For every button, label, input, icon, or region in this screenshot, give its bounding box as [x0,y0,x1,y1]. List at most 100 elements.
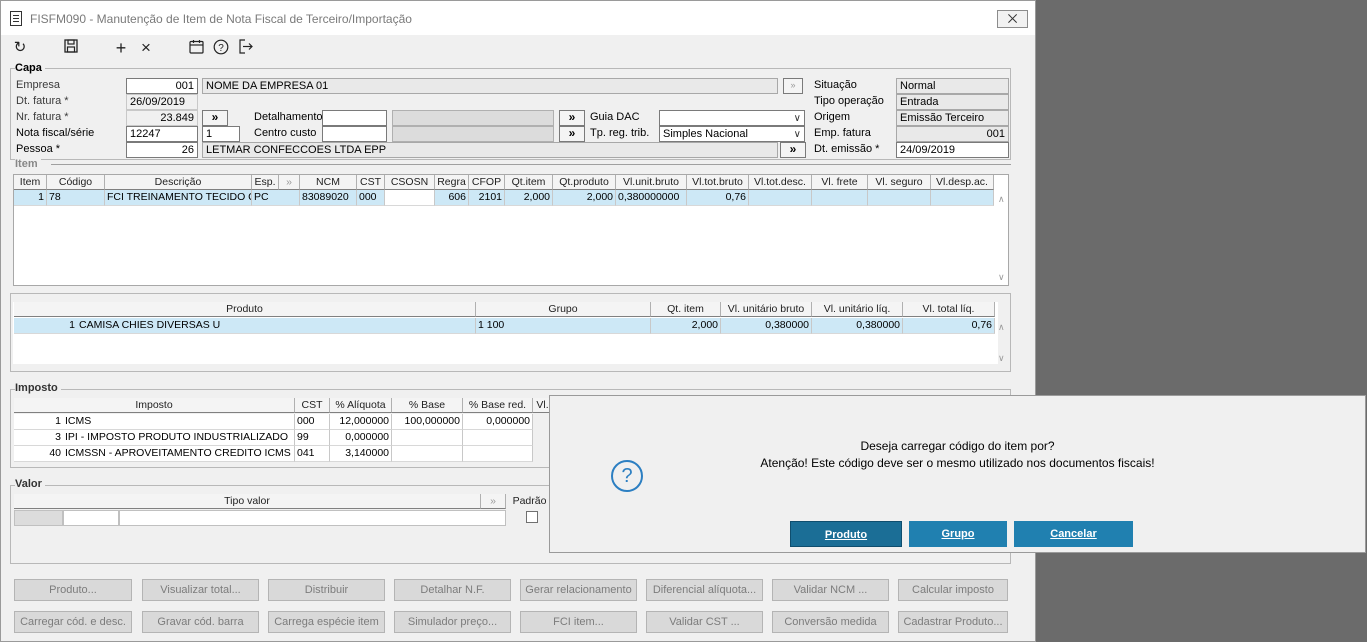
item-col-header[interactable]: Código [47,175,105,190]
imposto-cell[interactable]: 0,000000 [330,430,392,446]
item-col-header[interactable]: Vl. frete [812,175,868,190]
tp-reg-trib-select[interactable]: Simples Nacional ∨ [659,126,805,142]
calcular-imposto-button[interactable]: Calcular imposto [898,579,1008,601]
item-cell[interactable] [385,190,435,206]
simulador-preco-button[interactable]: Simulador preço... [394,611,511,633]
help-icon[interactable]: ? [211,39,231,57]
empresa-lookup-button[interactable]: » [783,78,803,94]
centro-custo-field[interactable] [322,126,387,142]
item-cell[interactable]: FCI TREINAMENTO TECIDO CC [105,190,252,206]
item-col-header[interactable]: Qt.produto [553,175,616,190]
produto-cell[interactable]: 1 100 [476,318,651,334]
delete-icon[interactable]: × [136,39,156,57]
imposto-cell[interactable]: 0,000000 [463,414,533,430]
cancelar-dialog-button[interactable]: Cancelar [1014,521,1133,547]
item-cell[interactable]: 78 [47,190,105,206]
imposto-cell[interactable]: 041 [295,446,330,462]
item-cell[interactable] [868,190,931,206]
save-icon[interactable] [61,39,81,57]
fci-item-button[interactable]: FCI item... [520,611,637,633]
grupo-dialog-button[interactable]: Grupo [909,521,1007,547]
pessoa-code-field[interactable]: 26 [126,142,198,158]
produto-cell[interactable]: 0,380000 [721,318,812,334]
imposto-col-header[interactable]: Imposto [14,398,295,413]
imposto-col-header[interactable]: CST [295,398,330,413]
produto-button[interactable]: Produto... [14,579,132,601]
detalhamento-expand-button[interactable]: » [559,110,585,126]
pessoa-expand-button[interactable]: » [780,142,806,158]
scroll-up-icon[interactable]: ∧ [998,322,1005,333]
item-cell[interactable]: 2,000 [505,190,553,206]
item-col-header[interactable]: NCM [300,175,357,190]
item-cell[interactable]: 000 [357,190,385,206]
valor-col-header-filter[interactable]: » [481,494,506,509]
guia-dac-select[interactable]: ∨ [659,110,805,126]
calendar-icon[interactable] [186,39,206,57]
item-col-header[interactable]: Regra [435,175,469,190]
item-col-header[interactable]: Vl. seguro [868,175,931,190]
imposto-cell[interactable]: 40 [14,446,63,462]
item-col-header[interactable]: Vl.desp.ac. [931,175,994,190]
imposto-col-header[interactable]: % Base [392,398,463,413]
imposto-cell[interactable] [392,430,463,446]
valor-cell[interactable] [14,510,63,526]
item-col-header[interactable]: CSOSN [385,175,435,190]
item-cell[interactable]: 606 [435,190,469,206]
carregar-cod-desc-button[interactable]: Carregar cód. e desc. [14,611,132,633]
cadastrar-produto-button[interactable]: Cadastrar Produto... [898,611,1008,633]
valor-cell[interactable] [119,510,506,526]
item-col-header[interactable]: Esp. [252,175,279,190]
item-cell[interactable]: 2,000 [553,190,616,206]
produto-cell[interactable]: CAMISA CHIES DIVERSAS U [77,318,476,334]
item-cell[interactable]: 2101 [469,190,505,206]
scroll-down-icon[interactable]: ∨ [998,353,1005,364]
add-icon[interactable]: + [111,39,131,57]
imposto-cell[interactable]: IPI - IMPOSTO PRODUTO INDUSTRIALIZADO [63,430,295,446]
carrega-especie-item-button[interactable]: Carrega espécie item [268,611,385,633]
item-col-header[interactable]: CFOP [469,175,505,190]
produto-col-header[interactable]: Vl. unitário líq. [812,302,903,317]
item-cell[interactable]: 0,76 [687,190,749,206]
diferencial-aliquota-button[interactable]: Diferencial alíquota... [646,579,763,601]
produto-col-header[interactable]: Grupo [476,302,651,317]
conversao-medida-button[interactable]: Conversão medida [772,611,889,633]
validar-ncm-button[interactable]: Validar NCM ... [772,579,889,601]
valor-col-header[interactable]: Padrão [506,494,553,509]
item-col-header[interactable]: Item [14,175,47,190]
produto-col-header[interactable]: Produto [14,302,476,317]
imposto-cell[interactable] [392,446,463,462]
item-col-header[interactable]: Vl.tot.bruto [687,175,749,190]
produto-dialog-button[interactable]: Produto [790,521,902,547]
item-col-header[interactable]: CST [357,175,385,190]
refresh-icon[interactable]: ↻ [10,39,30,57]
imposto-cell[interactable]: 3 [14,430,63,446]
produto-cell[interactable]: 1 [14,318,77,334]
item-col-header[interactable]: Vl.tot.desc. [749,175,812,190]
item-cell[interactable] [749,190,812,206]
exit-icon[interactable] [236,39,256,57]
imposto-cell[interactable]: 100,000000 [392,414,463,430]
imposto-cell[interactable] [463,430,533,446]
item-cell[interactable]: PC [252,190,300,206]
item-cell[interactable] [931,190,994,206]
validar-cst-button[interactable]: Validar CST ... [646,611,763,633]
imposto-cell[interactable] [463,446,533,462]
item-col-header-filter[interactable]: » [279,175,300,190]
item-cell[interactable]: 83089020 [300,190,357,206]
item-cell[interactable]: 0,380000000 [616,190,687,206]
imposto-col-header[interactable]: % Alíquota [330,398,392,413]
produto-col-header[interactable]: Qt. item [651,302,721,317]
item-col-header[interactable]: Descrição [105,175,252,190]
distribuir-button[interactable]: Distribuir [268,579,385,601]
imposto-cell[interactable]: ICMSSN - APROVEITAMENTO CREDITO ICMS SI [63,446,295,462]
imposto-cell[interactable]: 000 [295,414,330,430]
scroll-up-icon[interactable]: ∧ [998,194,1005,205]
imposto-cell[interactable]: 99 [295,430,330,446]
produto-col-header[interactable]: Vl. unitário bruto [721,302,812,317]
produto-cell[interactable]: 0,76 [903,318,995,334]
nota-numero-field[interactable]: 12247 [126,126,198,142]
imposto-cell[interactable]: 3,140000 [330,446,392,462]
imposto-col-header[interactable]: % Base red. [463,398,533,413]
nr-fatura-expand-button[interactable]: » [202,110,228,126]
produto-col-header[interactable]: Vl. total líq. [903,302,995,317]
